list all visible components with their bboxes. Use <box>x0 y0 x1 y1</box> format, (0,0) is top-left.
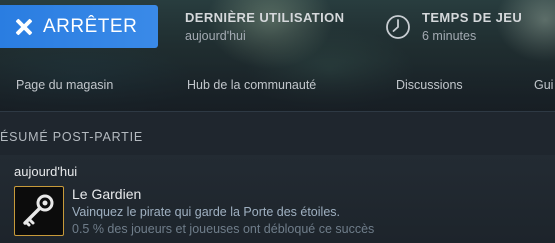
stop-button[interactable]: ARRÊTER <box>0 5 158 48</box>
game-nav: Page du magasin Hub de la communauté Dis… <box>0 72 555 102</box>
achievement-unlock-rate: 0.5 % des joueurs et joueuses ont débloq… <box>72 222 375 236</box>
close-icon <box>15 18 33 36</box>
achievement-description: Vainquez le pirate qui garde la Porte de… <box>72 205 340 219</box>
key-icon <box>23 194 54 227</box>
nav-divider <box>0 111 555 112</box>
last-played-title: DERNIÈRE UTILISATION <box>185 10 345 25</box>
nav-community-hub[interactable]: Hub de la communauté <box>187 78 316 92</box>
nav-guides[interactable]: Gui <box>534 78 553 92</box>
last-played-value: aujourd'hui <box>185 29 246 43</box>
achievement-name: Le Gardien <box>72 186 142 202</box>
play-time-stat: TEMPS DE JEU 6 minutes <box>422 10 522 43</box>
nav-discussions[interactable]: Discussions <box>396 78 463 92</box>
section-title: ÉSUMÉ POST-PARTIE <box>0 130 144 144</box>
clock-icon <box>386 15 410 39</box>
achievement-date: aujourd'hui <box>14 164 78 179</box>
play-time-value: 6 minutes <box>422 29 477 43</box>
achievement-icon <box>14 186 64 236</box>
last-played-stat: DERNIÈRE UTILISATION aujourd'hui <box>185 10 344 43</box>
play-time-title: TEMPS DE JEU <box>422 10 523 25</box>
stop-button-label: ARRÊTER <box>43 15 138 37</box>
nav-store-page[interactable]: Page du magasin <box>16 78 113 92</box>
